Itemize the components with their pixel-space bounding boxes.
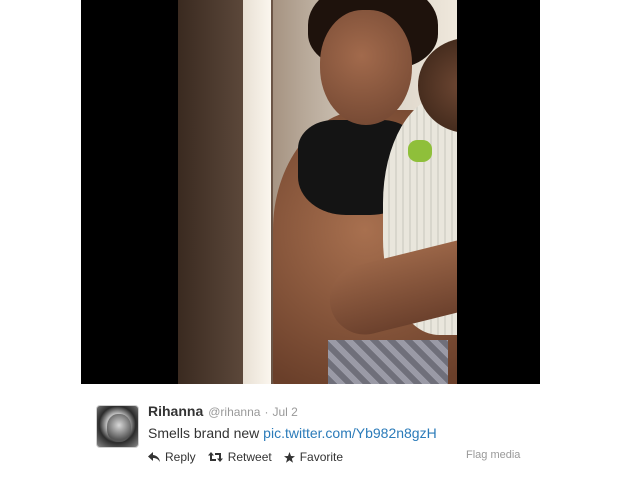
tweet-media-link[interactable]: pic.twitter.com/Yb982n8gzH: [263, 425, 437, 441]
tweet-body: Smells brand new: [148, 425, 260, 441]
tweet-date[interactable]: Jul 2: [272, 405, 297, 419]
photo-doorframe: [243, 0, 271, 384]
user-name[interactable]: Rihanna: [148, 403, 203, 419]
retweet-icon: [207, 452, 223, 462]
tweet-actions: Reply Retweet Favorite: [148, 450, 355, 464]
avatar-portrait: [107, 414, 131, 442]
star-icon: [283, 451, 295, 463]
photo-pants: [328, 340, 448, 384]
flag-media-link[interactable]: Flag media: [466, 449, 520, 461]
reply-arrow-icon: [148, 452, 160, 462]
header-separator: ·: [264, 405, 269, 419]
favorite-button[interactable]: Favorite: [283, 450, 344, 464]
tweet-media[interactable]: [81, 0, 540, 384]
photo-baby-cuff: [408, 140, 432, 162]
retweet-button[interactable]: Retweet: [207, 450, 272, 464]
reply-button[interactable]: Reply: [148, 450, 196, 464]
retweet-label: Retweet: [227, 450, 272, 464]
tweet-header: Rihanna @rihanna · Jul 2: [148, 403, 298, 421]
favorite-label: Favorite: [299, 450, 344, 464]
tweet-photo[interactable]: [178, 0, 457, 384]
tweet-text: Smells brand new pic.twitter.com/Yb982n8…: [148, 425, 437, 441]
reply-label: Reply: [165, 450, 196, 464]
avatar[interactable]: [96, 405, 139, 448]
photo-woman-face: [320, 10, 412, 125]
user-handle[interactable]: @rihanna: [208, 405, 260, 419]
